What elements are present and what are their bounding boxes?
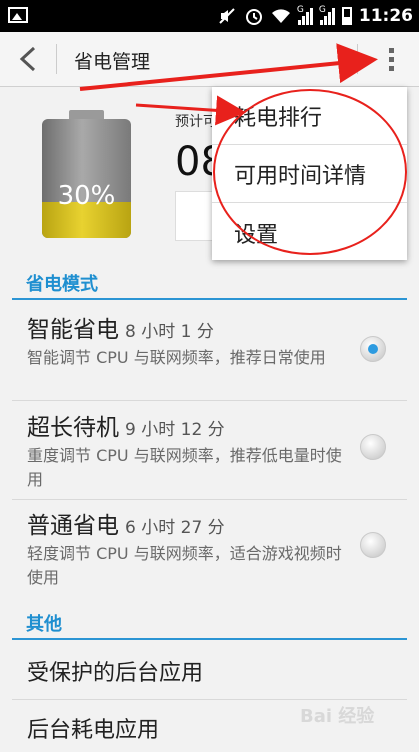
status-bar: G G 11:26: [0, 0, 419, 32]
menu-item-settings[interactable]: 设置: [234, 217, 278, 249]
mode-radio[interactable]: [360, 434, 386, 460]
page-title: 省电管理: [74, 51, 151, 73]
divider: [56, 44, 57, 74]
section-divider: [12, 298, 407, 300]
mode-radio-selected[interactable]: [360, 336, 386, 362]
background-power-apps-item[interactable]: 后台耗电应用: [27, 712, 159, 744]
mode-radio[interactable]: [360, 532, 386, 558]
menu-divider: [212, 144, 407, 145]
menu-item-usage-time-details[interactable]: 可用时间详情: [234, 158, 366, 190]
wifi-icon: [271, 9, 290, 23]
mode-duration: 6 小时 27 分: [125, 518, 225, 538]
mode-description: 轻度调节 CPU 与联网频率，适合游戏视频时使用: [27, 544, 342, 587]
overflow-menu-icon[interactable]: [386, 46, 396, 74]
protected-apps-item[interactable]: 受保护的后台应用: [27, 655, 203, 687]
watermark: Bai 经验: [300, 706, 375, 727]
signal-icon: G: [319, 5, 335, 25]
mode-name: 超长待机 9 小时 12 分: [27, 415, 225, 441]
section-title-modes: 省电模式: [26, 274, 98, 295]
status-icons: G G 11:26: [217, 0, 413, 32]
estimate-label: 预计可: [175, 114, 217, 130]
row-divider: [12, 400, 407, 401]
menu-divider: [212, 202, 407, 203]
section-title-other: 其他: [26, 614, 62, 635]
section-divider: [12, 638, 407, 640]
image-icon: [8, 7, 28, 23]
overflow-popup-menu: 耗电排行 可用时间详情 设置: [212, 87, 407, 260]
clock: 11:26: [358, 6, 413, 26]
mode-name: 智能省电 8 小时 1 分: [27, 317, 214, 343]
row-divider: [12, 699, 407, 700]
row-divider: [12, 499, 407, 500]
battery-percent: 30%: [57, 181, 116, 211]
mute-icon: [219, 8, 235, 24]
battery-level-icon: 30%: [42, 110, 131, 238]
battery-icon: [341, 7, 352, 25]
mode-description: 重度调节 CPU 与联网频率，推荐低电量时使用: [27, 446, 342, 489]
mode-duration: 8 小时 1 分: [125, 322, 214, 342]
action-bar: 省电管理: [0, 32, 419, 87]
mode-description: 智能调节 CPU 与联网频率，推荐日常使用: [27, 348, 326, 367]
chevron-left-icon[interactable]: [16, 46, 40, 72]
signal-icon: G: [297, 5, 313, 25]
divider: [357, 44, 358, 74]
mode-duration: 9 小时 12 分: [125, 420, 225, 440]
alarm-icon: [245, 9, 262, 25]
menu-item-power-ranking[interactable]: 耗电排行: [234, 100, 322, 132]
mode-name: 普通省电 6 小时 27 分: [27, 513, 225, 539]
